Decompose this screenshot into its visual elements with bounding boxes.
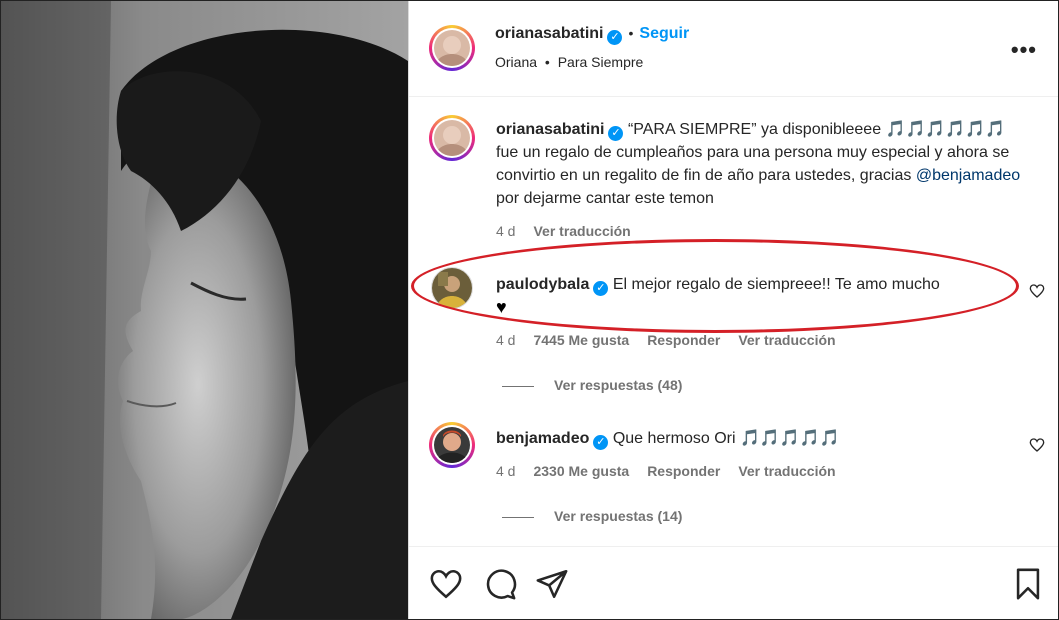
comment-meta: 4 d 7445 Me gusta Responder Ver traducción xyxy=(496,332,854,348)
screenshot-frame: orianasabatini ✓ • Seguir Oriana • Para Sie… xyxy=(0,0,1059,620)
author-avatar[interactable] xyxy=(429,25,475,71)
audio-author[interactable]: Oriana xyxy=(495,54,537,70)
caption-time: 4 d xyxy=(496,223,516,239)
verified-badge-icon: ✓ xyxy=(608,126,624,141)
action-bar xyxy=(409,546,1058,619)
caption-text: orianasabatini ✓ “PARA SIEMPRE” ya dispon… xyxy=(496,118,1021,210)
audio-separator: • xyxy=(544,54,550,70)
verified-badge-icon: ✓ xyxy=(607,30,623,45)
caption-avatar[interactable] xyxy=(429,115,475,161)
view-replies-button[interactable]: Ver respuestas (14) xyxy=(502,508,682,524)
caption-mention-link[interactable]: @benjamadeo xyxy=(916,167,1020,184)
translate-link[interactable]: Ver traducción xyxy=(738,463,835,479)
commenter-username[interactable]: paulodybala xyxy=(496,276,589,293)
comment-time: 4 d xyxy=(496,463,516,479)
commenter-avatar[interactable] xyxy=(431,267,473,309)
comment-body: El mejor regalo de siempreee!! Te amo mu… xyxy=(612,276,940,293)
post-photo xyxy=(1,1,408,619)
commenter-avatar[interactable] xyxy=(429,422,475,468)
verified-badge-icon: ✓ xyxy=(593,435,609,450)
view-replies-button[interactable]: Ver respuestas (48) xyxy=(502,377,682,393)
comment-meta: 4 d 2330 Me gusta Responder Ver traducción xyxy=(496,463,854,479)
heart-icon[interactable] xyxy=(429,567,463,601)
translate-link[interactable]: Ver traducción xyxy=(738,332,835,348)
comment-time: 4 d xyxy=(496,332,516,348)
view-replies-label: Ver respuestas (48) xyxy=(554,377,683,393)
comments-panel: orianasabatini ✓ • Seguir Oriana • Para Sie… xyxy=(408,1,1058,619)
follow-button[interactable]: Seguir xyxy=(639,25,689,42)
separator-dot: • xyxy=(628,25,634,41)
translate-link[interactable]: Ver traducción xyxy=(533,223,630,239)
like-comment-heart-icon[interactable] xyxy=(1029,283,1045,299)
commenter-username[interactable]: benjamadeo xyxy=(496,430,589,447)
share-icon[interactable] xyxy=(535,567,569,601)
replies-line xyxy=(502,516,534,518)
comment-text: benjamadeo ✓ Que hermoso Ori 🎵🎵🎵🎵🎵 xyxy=(496,427,1006,450)
comment-likes[interactable]: 7445 Me gusta xyxy=(533,332,629,348)
caption-body-end: por dejarme cantar este temon xyxy=(496,190,714,207)
comment-likes[interactable]: 2330 Me gusta xyxy=(533,463,629,479)
reply-button[interactable]: Responder xyxy=(647,332,720,348)
comment-text: paulodybala ✓ El mejor regalo de siempree… xyxy=(496,273,1006,320)
replies-line xyxy=(502,385,534,387)
reply-button[interactable]: Responder xyxy=(647,463,720,479)
verified-badge-icon: ✓ xyxy=(593,281,609,296)
more-options-icon[interactable]: ••• xyxy=(1011,37,1037,63)
audio-track[interactable]: Para Siempre xyxy=(558,54,644,70)
comment-icon[interactable] xyxy=(483,567,517,601)
post-header: orianasabatini ✓ • Seguir Oriana • Para Sie… xyxy=(409,1,1058,97)
black-heart-emoji: ♥ xyxy=(496,297,507,317)
view-replies-label: Ver respuestas (14) xyxy=(554,508,683,524)
comment-body: Que hermoso Ori 🎵🎵🎵🎵🎵 xyxy=(612,430,840,447)
author-username[interactable]: orianasabatini xyxy=(495,25,603,42)
bookmark-icon[interactable] xyxy=(1011,567,1045,601)
caption-username[interactable]: orianasabatini xyxy=(496,121,604,138)
caption-meta: 4 d Ver traducción xyxy=(496,223,649,239)
like-comment-heart-icon[interactable] xyxy=(1029,437,1045,453)
